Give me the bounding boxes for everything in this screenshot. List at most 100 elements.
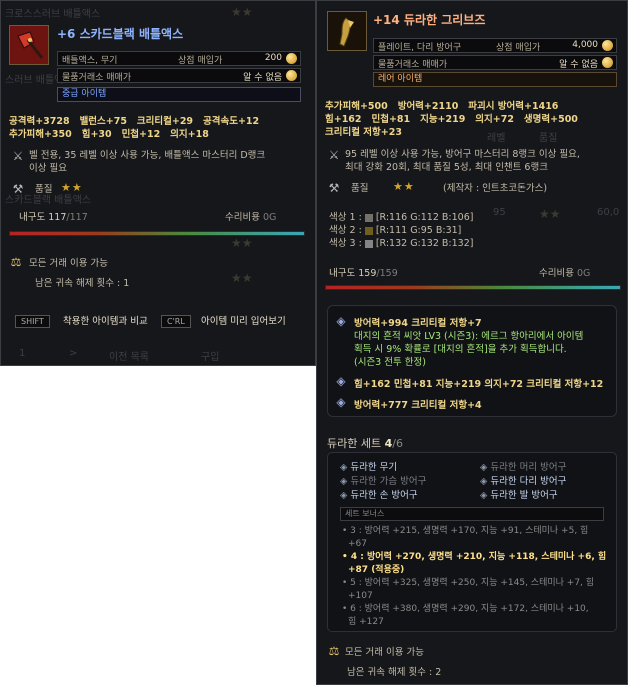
compare-hint: 착용한 아이템과 비교 bbox=[63, 316, 148, 327]
set-item: ◈ 듀라한 무기 bbox=[340, 462, 398, 473]
stats-line-3: 크리티컬 저항+23 bbox=[325, 124, 402, 138]
bg-level: 95 bbox=[493, 207, 506, 218]
quality-stars: ★★ bbox=[393, 180, 415, 193]
bg-stars: ★★ bbox=[231, 271, 253, 285]
requirement-icon: ⚔ bbox=[12, 149, 24, 163]
quality-stars: ★★ bbox=[61, 181, 83, 194]
stats-line-2: 힘+162 민첩+81 지능+219 의지+72 생명력+500 bbox=[325, 111, 578, 125]
durability-max: /117 bbox=[66, 212, 88, 223]
color-row-1: 색상 1 : [R:116 G:112 B:106] bbox=[329, 211, 473, 224]
color-value: [R:116 G:112 B:106] bbox=[375, 212, 474, 223]
unbind-count: 남은 귀속 해제 횟수 : 2 bbox=[347, 667, 442, 678]
bg-stars: ★★ bbox=[231, 5, 253, 19]
stat: 크리티컬 저항+23 bbox=[325, 127, 402, 138]
color-label: 색상 1 : bbox=[329, 212, 362, 223]
color-label: 색상 3 : bbox=[329, 238, 362, 249]
quality-label: 품질 bbox=[35, 184, 53, 195]
set-item: ◈ 듀라한 가슴 방어구 bbox=[340, 476, 427, 487]
durability-value: 159 bbox=[358, 268, 377, 279]
color-row-3: 색상 3 : [R:132 G:132 B:132] bbox=[329, 237, 473, 250]
gold-coin-icon bbox=[602, 40, 613, 51]
gem-3: 방어력+777 크리티컬 저항+4 bbox=[354, 400, 482, 411]
market-price-row: 물품거래소 매매가 알 수 없음 bbox=[57, 68, 301, 83]
battleaxe-icon bbox=[9, 25, 49, 65]
set-bonus-5: • 5 : 방어력 +325, 생명력 +250, 지능 +145, 스테미나 … bbox=[342, 578, 595, 601]
gem-1-desc-2: 획득 시 9% 확률로 [대지의 흔적]을 추가 획득합니다. bbox=[354, 344, 567, 355]
shift-key: SHIFT bbox=[15, 315, 50, 328]
set-title: 듀라한 세트 bbox=[327, 437, 382, 450]
set-total: /6 bbox=[392, 437, 403, 450]
bg-next-arrow: > bbox=[69, 348, 78, 359]
scale-icon: ⚖ bbox=[328, 644, 340, 658]
stat: 힘+30 bbox=[81, 129, 112, 140]
set-bonus-6: • 6 : 방어력 +380, 생명력 +290, 지능 +172, 스테미나 … bbox=[342, 604, 589, 627]
stat: 의지+72 bbox=[475, 114, 514, 125]
set-item: ◈ 듀라한 발 방어구 bbox=[480, 490, 558, 501]
stat: 생명력+500 bbox=[523, 114, 578, 125]
greaves-icon bbox=[327, 11, 367, 51]
gem-slot-icon: ◈ bbox=[336, 395, 346, 409]
bg-stars: ★★ bbox=[231, 236, 253, 250]
durability-bar-fill bbox=[326, 286, 620, 289]
stat: 추가피해+350 bbox=[9, 129, 72, 140]
market-price-label: 물품거래소 매매가 bbox=[62, 73, 132, 83]
scale-icon: ⚖ bbox=[10, 255, 22, 269]
set-box: ◈ 듀라한 무기 ◈ 듀라한 머리 방어구 ◈ 듀라한 가슴 방어구 ◈ 듀라한… bbox=[327, 452, 617, 632]
gem-1-title: 방어력+994 크리티컬 저항+7 bbox=[354, 318, 482, 329]
durability: 내구도 117/117 bbox=[19, 211, 88, 224]
bg-column-level: 레벨 bbox=[487, 133, 506, 144]
color-row-2: 색상 2 : [R:111 G:95 B:31] bbox=[329, 224, 461, 237]
bg-page-number: 1 bbox=[19, 348, 26, 359]
grade-box: 레어 아이템 bbox=[373, 72, 617, 87]
quality-label: 품질 bbox=[351, 183, 369, 194]
bg-prev-list-button: 이전 목록 bbox=[109, 352, 149, 363]
shop-price-value: 4,000 bbox=[572, 40, 598, 50]
item-type: 플레이트, 다리 방어구 bbox=[378, 43, 462, 53]
anvil-icon: ⚒ bbox=[328, 181, 340, 195]
set-bonus-header: 세트 보너스 bbox=[340, 507, 604, 521]
requirement-text-1: 벨 전용, 35 레벨 이상 사용 가능, 배틀액스 마스터리 D랭크 bbox=[29, 150, 266, 161]
shop-price-value: 200 bbox=[264, 53, 282, 63]
left-item-tooltip: 크로스스러브 배틀액스 ★★ 스러브 배틀액스 스카드블랙 배틀액스 ★★ ★★… bbox=[0, 0, 316, 366]
repair-cost: 수리비용 0G bbox=[225, 211, 276, 224]
trade-label: 모든 거래 이용 가능 bbox=[345, 647, 424, 658]
enchant-box: ◈ 방어력+994 크리티컬 저항+7 대지의 흔적 씨앗 LV3 (시즌3):… bbox=[327, 305, 617, 417]
durability-bar bbox=[9, 231, 305, 236]
color-swatch bbox=[364, 239, 373, 248]
item-title: +6 스카드블랙 배틀액스 bbox=[57, 27, 184, 41]
set-header: 듀라한 세트 4/6 bbox=[327, 435, 403, 451]
durability-bar bbox=[325, 285, 621, 290]
shop-price-label: 상점 매입가 bbox=[178, 56, 223, 66]
repair-label: 수리비용 bbox=[225, 212, 260, 223]
market-price-value: 알 수 없음 bbox=[559, 60, 598, 70]
type-price-row: 배틀액스, 무기 상점 매입가 200 bbox=[57, 51, 301, 66]
market-price-value: 알 수 없음 bbox=[243, 73, 282, 83]
item-grade: 중급 아이템 bbox=[62, 89, 107, 99]
durability-label: 내구도 bbox=[19, 212, 46, 223]
stat: 지능+219 bbox=[420, 114, 466, 125]
item-type: 배틀액스, 무기 bbox=[62, 56, 118, 66]
gem-slot-icon: ◈ bbox=[336, 374, 346, 388]
stats-line-1: 공격력+3728 밸런스+75 크리티컬+29 공격속도+12 bbox=[9, 113, 259, 127]
gold-coin-icon bbox=[286, 70, 297, 81]
set-item: ◈ 듀라한 손 방어구 bbox=[340, 490, 418, 501]
requirement-text-2: 이상 필요 bbox=[29, 163, 67, 174]
requirement-icon: ⚔ bbox=[328, 148, 340, 162]
item-grade: 레어 아이템 bbox=[378, 74, 423, 84]
preview-hint: 아이템 미리 입어보기 bbox=[201, 316, 286, 327]
gold-coin-icon bbox=[602, 57, 613, 68]
ctrl-key: C'RL bbox=[161, 315, 191, 328]
set-bonus-4: • 4 : 방어력 +270, 생명력 +210, 지능 +118, 스테미나 … bbox=[342, 552, 607, 575]
set-bonus-3: • 3 : 방어력 +215, 생명력 +170, 지능 +91, 스테미나 +… bbox=[342, 526, 589, 549]
grade-box: 중급 아이템 bbox=[57, 87, 301, 102]
repair-label: 수리비용 bbox=[539, 268, 574, 279]
durability-max: /159 bbox=[376, 268, 398, 279]
bg-list-item: 크로스스러브 배틀액스 bbox=[5, 9, 101, 20]
anvil-icon: ⚒ bbox=[12, 182, 24, 196]
stat: 공격속도+12 bbox=[202, 116, 260, 127]
color-value: [R:111 G:95 B:31] bbox=[375, 225, 462, 236]
shop-price-label: 상점 매입가 bbox=[496, 43, 541, 53]
trade-label: 모든 거래 이용 가능 bbox=[29, 258, 108, 269]
color-swatch bbox=[364, 213, 373, 222]
bg-buy-button: 구입 bbox=[201, 352, 220, 363]
